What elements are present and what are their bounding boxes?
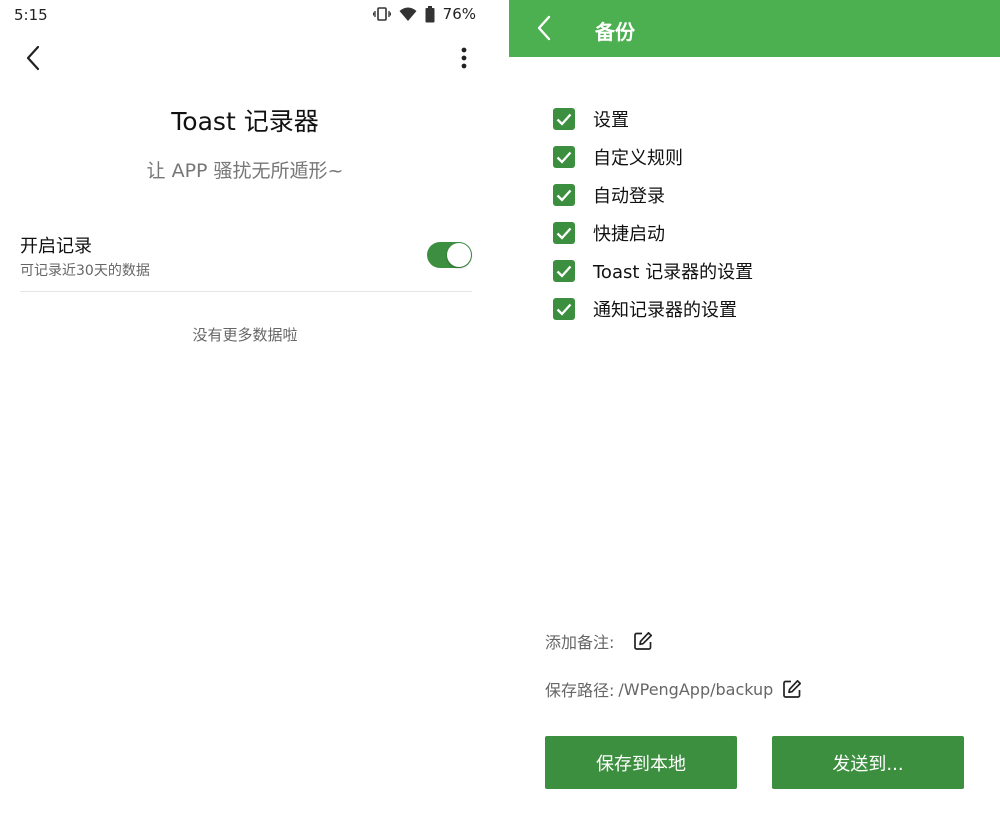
toast-recorder-screen: 5:15 76% Toast 记录器 让 APP 骚扰无所遁形~ 开启记录 可记… — [0, 0, 490, 837]
toggle-knob — [447, 243, 471, 267]
edit-path-button[interactable] — [781, 678, 803, 700]
checkbox[interactable] — [553, 184, 575, 206]
enable-recording-toggle[interactable] — [427, 242, 472, 268]
page-subtitle: 让 APP 骚扰无所遁形~ — [146, 160, 344, 182]
edit-icon — [634, 631, 653, 650]
checkbox-label: Toast 记录器的设置 — [593, 262, 754, 283]
check-icon — [556, 151, 572, 164]
checkbox-label: 自定义规则 — [593, 148, 683, 169]
battery-percent: 76% — [442, 5, 476, 23]
checkbox[interactable] — [553, 260, 575, 282]
backup-item-settings[interactable]: 设置 — [553, 100, 973, 138]
status-time: 5:15 — [14, 6, 48, 24]
check-icon — [556, 189, 572, 202]
checkbox[interactable] — [553, 298, 575, 320]
setting-description: 可记录近30天的数据 — [20, 263, 150, 279]
backup-item-toast-recorder-settings[interactable]: Toast 记录器的设置 — [553, 252, 973, 290]
enable-recording-row[interactable]: 开启记录 可记录近30天的数据 — [20, 226, 472, 292]
battery-icon — [425, 5, 435, 23]
more-vert-icon — [461, 47, 467, 69]
back-button[interactable] — [18, 42, 48, 74]
vibrate-icon — [372, 6, 391, 22]
empty-list-text: 没有更多数据啦 — [192, 326, 298, 344]
check-icon — [556, 265, 572, 278]
backup-screen: 备份 设置 自定义规则 自动登录 快捷启动 Toast 记录器的设置 通知记录器… — [509, 0, 1000, 837]
setting-title: 开启记录 — [20, 236, 92, 257]
checkbox-label: 自动登录 — [593, 186, 665, 207]
backup-item-notification-recorder-settings[interactable]: 通知记录器的设置 — [553, 290, 973, 328]
page-title: Toast 记录器 — [171, 107, 319, 136]
more-options-button[interactable] — [452, 42, 476, 74]
checkbox[interactable] — [553, 222, 575, 244]
wifi-icon — [399, 7, 417, 22]
back-button[interactable] — [529, 12, 559, 44]
send-to-button[interactable]: 发送到... — [772, 736, 964, 789]
check-icon — [556, 113, 572, 126]
path-label: 保存路径: — [545, 681, 615, 700]
backup-items-list: 设置 自定义规则 自动登录 快捷启动 Toast 记录器的设置 通知记录器的设置 — [553, 100, 973, 328]
checkbox-label: 通知记录器的设置 — [593, 300, 737, 321]
add-note-row: 添加备注: — [545, 629, 654, 653]
top-nav — [0, 38, 490, 78]
note-label: 添加备注: — [545, 633, 615, 652]
chevron-left-icon — [537, 15, 551, 41]
status-icons: 76% — [372, 5, 476, 23]
checkbox-label: 设置 — [593, 110, 629, 131]
checkbox[interactable] — [553, 146, 575, 168]
status-bar: 5:15 76% — [0, 0, 490, 30]
chevron-left-icon — [26, 45, 40, 71]
checkbox[interactable] — [553, 108, 575, 130]
backup-item-custom-rules[interactable]: 自定义规则 — [553, 138, 973, 176]
edit-icon — [783, 679, 802, 698]
save-path-row: 保存路径: /WPengApp/backup — [545, 677, 803, 701]
check-icon — [556, 227, 572, 240]
checkbox-label: 快捷启动 — [593, 224, 665, 245]
edit-note-button[interactable] — [632, 630, 654, 652]
backup-item-auto-login[interactable]: 自动登录 — [553, 176, 973, 214]
check-icon — [556, 303, 572, 316]
path-value: /WPengApp/backup — [618, 679, 774, 699]
save-local-button[interactable]: 保存到本地 — [545, 736, 737, 789]
app-bar: 备份 — [509, 0, 1000, 57]
app-bar-title: 备份 — [595, 20, 635, 44]
backup-item-quick-launch[interactable]: 快捷启动 — [553, 214, 973, 252]
